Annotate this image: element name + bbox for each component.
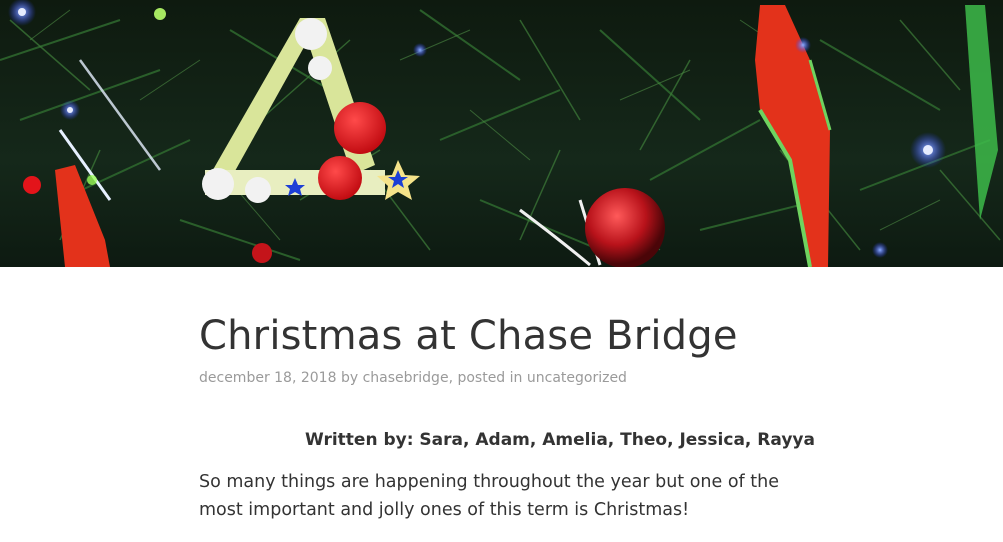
written-by-line: Written by: Sara, Adam, Amelia, Theo, Je… [305,430,815,450]
post-category-link[interactable]: uncategorized [527,370,627,386]
post-meta: december 18, 2018 by chasebridge, posted… [199,368,819,388]
popsicle-triangle-ornament [202,18,420,203]
post-author-link[interactable]: chasebridge [363,370,449,386]
post-title: Christmas at Chase Bridge [199,313,738,359]
christmas-tree-photo [0,0,1001,267]
red-bauble [585,188,665,267]
post-article: Christmas at Chase Bridge december 18, 2… [199,310,819,542]
post-date-link[interactable]: december 18, 2018 [199,370,337,386]
header-image [0,0,1003,267]
post-paragraph: So many things are happening throughout … [199,472,780,520]
meta-by-text: by [336,370,363,386]
meta-posted-in-text: , posted in [448,370,527,386]
